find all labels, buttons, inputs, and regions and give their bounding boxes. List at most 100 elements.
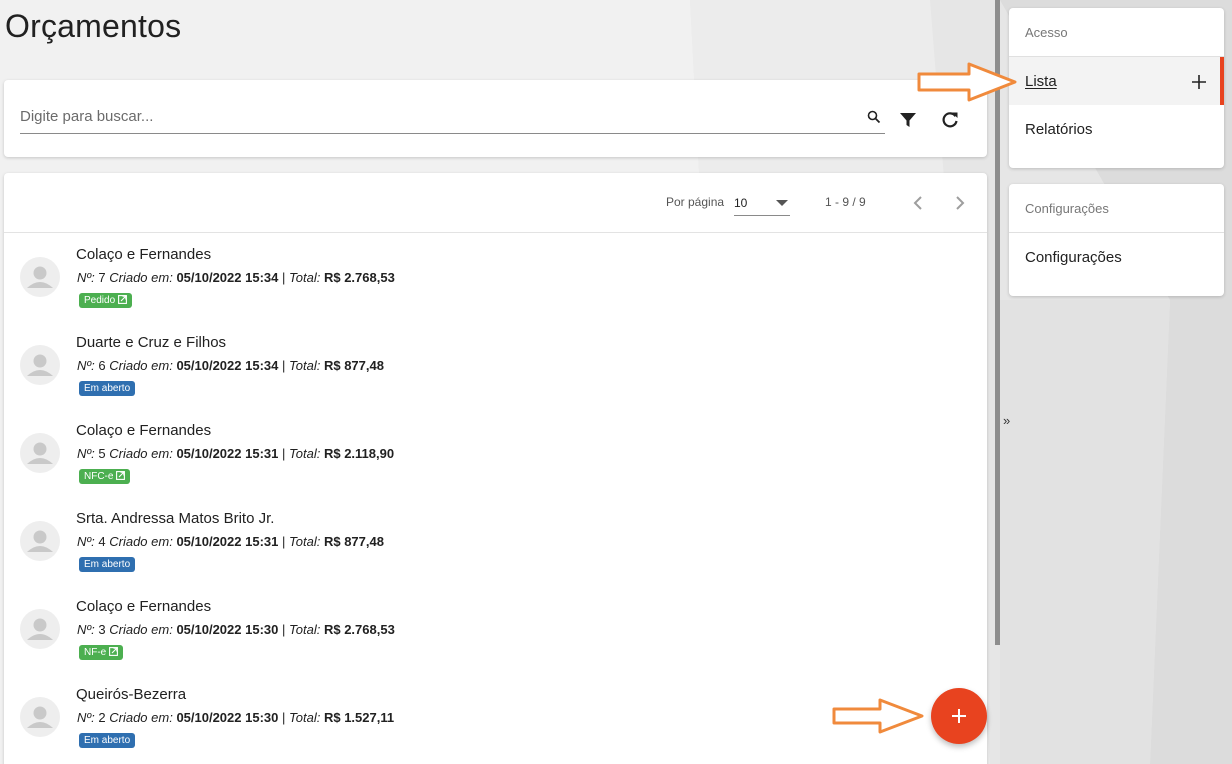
chevron-down-icon — [776, 200, 788, 206]
chevron-left-icon[interactable] — [910, 193, 926, 213]
order-customer-name[interactable]: Queirós-Bezerra — [76, 686, 186, 703]
avatar-icon — [20, 697, 60, 737]
filter-icon[interactable] — [898, 110, 918, 130]
order-created: 05/10/2022 15:34 — [176, 358, 279, 373]
order-total: R$ 877,48 — [323, 358, 384, 373]
list-item[interactable]: Colaço e Fernandes Nº: 5 Criado em: 05/10… — [4, 409, 987, 497]
avatar-icon — [20, 345, 60, 385]
order-number: 5 — [98, 446, 106, 461]
page-range-label: 1 - 9 / 9 — [825, 195, 866, 209]
order-number-label: Nº: — [77, 710, 95, 725]
status-badge-label: NFC-e — [84, 471, 114, 482]
order-customer-name[interactable]: Srta. Andressa Matos Brito Jr. — [76, 510, 274, 527]
order-number: 2 — [98, 710, 106, 725]
order-total-label: Total: — [289, 446, 321, 461]
sidebar-item-label: Configurações — [1025, 249, 1122, 266]
order-created: 05/10/2022 15:31 — [176, 534, 279, 549]
search-card: Digite para buscar... — [4, 80, 987, 157]
order-meta: Nº: 7 Criado em: 05/10/2022 15:34 | Tota… — [77, 270, 395, 285]
add-icon — [952, 709, 966, 723]
avatar-icon — [20, 257, 60, 297]
order-number-label: Nº: — [77, 270, 95, 285]
sidebar-group-header: Configurações — [1009, 184, 1224, 233]
sidebar-item-label: Relatórios — [1025, 121, 1093, 138]
sidebar-collapse-toggle[interactable]: » — [1003, 413, 1010, 428]
order-total: R$ 1.527,11 — [323, 710, 395, 725]
status-badge: Em aberto — [79, 733, 136, 748]
order-number-label: Nº: — [77, 446, 95, 461]
order-total: R$ 2.118,90 — [323, 446, 395, 461]
annotation-arrow-fab — [832, 698, 924, 734]
sidebar-item-configuracoes[interactable]: Configurações — [1009, 233, 1224, 281]
order-meta: Nº: 4 Criado em: 05/10/2022 15:31 | Tota… — [77, 534, 384, 549]
status-badge-label: Pedido — [84, 295, 116, 306]
order-total-label: Total: — [289, 622, 321, 637]
order-created-label: Criado em: — [109, 358, 173, 373]
meta-separator: | — [282, 622, 286, 637]
orders-list: Colaço e Fernandes Nº: 7 Criado em: 05/10… — [4, 233, 987, 761]
order-customer-name[interactable]: Colaço e Fernandes — [76, 422, 211, 439]
meta-separator: | — [282, 270, 286, 285]
pagination-bar: Por página 10 1 - 9 / 9 — [4, 173, 987, 233]
per-page-value: 10 — [734, 196, 748, 210]
sidebar-item-lista[interactable]: Lista — [1009, 57, 1224, 105]
order-number-label: Nº: — [77, 534, 95, 549]
order-number-label: Nº: — [77, 622, 95, 637]
order-created-label: Criado em: — [109, 710, 173, 725]
order-customer-name[interactable]: Colaço e Fernandes — [76, 598, 211, 615]
meta-separator: | — [282, 710, 286, 725]
sidebar-group-header: Acesso — [1009, 8, 1224, 57]
order-customer-name[interactable]: Duarte e Cruz e Filhos — [76, 334, 226, 351]
chevron-right-icon[interactable] — [952, 193, 968, 213]
orders-list-card: Por página 10 1 - 9 / 9 Colaço e Fernand… — [4, 173, 987, 764]
list-item[interactable]: Srta. Andressa Matos Brito Jr. Nº: 4 Cria… — [4, 497, 987, 585]
order-customer-name[interactable]: Colaço e Fernandes — [76, 246, 211, 263]
order-created: 05/10/2022 15:30 — [176, 710, 279, 725]
status-badge[interactable]: NFC-e — [79, 469, 131, 484]
status-badge: Em aberto — [79, 381, 136, 396]
order-total-label: Total: — [289, 270, 321, 285]
avatar-icon — [20, 521, 60, 561]
sidebar-item-label: Lista — [1025, 73, 1057, 90]
add-icon[interactable] — [1192, 75, 1206, 89]
search-input[interactable]: Digite para buscar... — [20, 102, 885, 134]
status-badge-label: Em aberto — [84, 735, 131, 746]
open-external-icon — [116, 471, 126, 480]
main-content: Orçamentos Digite para buscar... Por pág… — [0, 0, 994, 764]
page-title: Orçamentos — [5, 8, 182, 44]
open-external-icon — [109, 647, 119, 656]
order-meta: Nº: 6 Criado em: 05/10/2022 15:34 | Tota… — [77, 358, 384, 373]
list-item[interactable]: Colaço e Fernandes Nº: 7 Criado em: 05/10… — [4, 233, 987, 321]
list-item[interactable]: Colaço e Fernandes Nº: 3 Criado em: 05/10… — [4, 585, 987, 673]
order-number: 6 — [98, 358, 106, 373]
per-page-select[interactable]: 10 — [734, 190, 790, 216]
search-icon[interactable] — [867, 110, 881, 124]
status-badge[interactable]: NF-e — [79, 645, 124, 660]
avatar-icon — [20, 609, 60, 649]
order-number: 3 — [98, 622, 106, 637]
sidebar-item-relatorios[interactable]: Relatórios — [1009, 105, 1224, 153]
order-created-label: Criado em: — [109, 446, 173, 461]
order-number-label: Nº: — [77, 358, 95, 373]
order-created: 05/10/2022 15:30 — [176, 622, 279, 637]
avatar-icon — [20, 433, 60, 473]
add-order-fab-button[interactable] — [931, 688, 987, 744]
order-total: R$ 2.768,53 — [323, 270, 395, 285]
meta-separator: | — [282, 358, 286, 373]
order-meta: Nº: 3 Criado em: 05/10/2022 15:30 | Tota… — [77, 622, 395, 637]
meta-separator: | — [282, 534, 286, 549]
order-total: R$ 877,48 — [323, 534, 384, 549]
order-total-label: Total: — [289, 710, 321, 725]
order-created-label: Criado em: — [109, 534, 173, 549]
status-badge: Em aberto — [79, 557, 136, 572]
order-created: 05/10/2022 15:31 — [176, 446, 279, 461]
status-badge[interactable]: Pedido — [79, 293, 133, 308]
open-external-icon — [118, 295, 128, 304]
meta-separator: | — [282, 446, 286, 461]
status-badge-label: NF-e — [84, 647, 107, 658]
refresh-icon[interactable] — [940, 110, 960, 130]
list-item[interactable]: Duarte e Cruz e Filhos Nº: 6 Criado em: 0… — [4, 321, 987, 409]
order-meta: Nº: 2 Criado em: 05/10/2022 15:30 | Tota… — [77, 710, 394, 725]
order-created-label: Criado em: — [109, 622, 173, 637]
order-total: R$ 2.768,53 — [323, 622, 395, 637]
